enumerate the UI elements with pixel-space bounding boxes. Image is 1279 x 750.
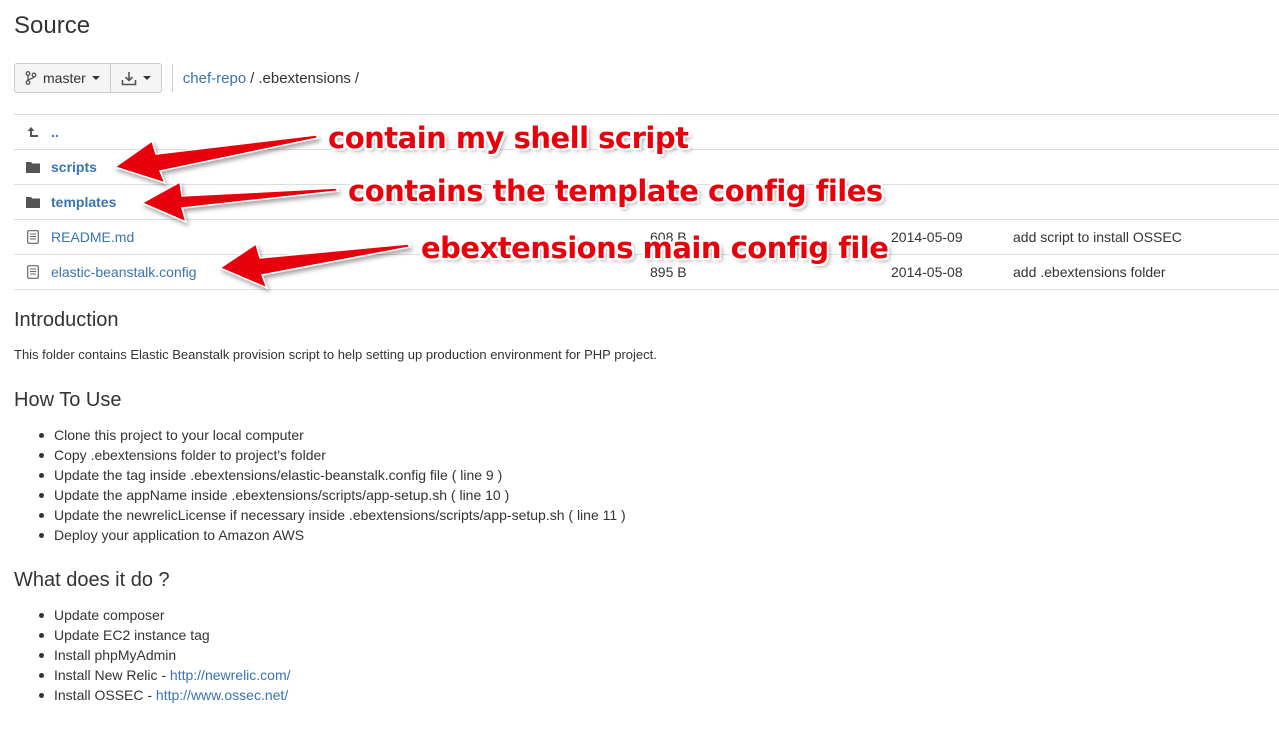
annotation-templates: contains the template config files (348, 174, 883, 208)
commit-message: add script to install OSSEC (1013, 229, 1182, 245)
list-item: Update the newrelicLicense if necessary … (39, 507, 626, 523)
list-item-text: Install OSSEC - (54, 687, 156, 703)
what-does-it-do-list: Update composer Update EC2 instance tag … (39, 605, 291, 705)
file-link-readme[interactable]: README.md (51, 229, 134, 245)
toolbar-divider (171, 64, 173, 92)
how-to-use-list: Clone this project to your local compute… (39, 425, 626, 545)
list-item: Install New Relic - http://newrelic.com/ (39, 665, 291, 685)
list-item: Update composer (39, 605, 291, 625)
newrelic-link[interactable]: http://newrelic.com/ (170, 667, 291, 683)
toolbar-button-group: master (14, 63, 162, 93)
list-item: Update EC2 instance tag (39, 625, 291, 645)
file-icon (26, 230, 40, 244)
list-item: Install phpMyAdmin (39, 645, 291, 665)
up-arrow-icon (26, 125, 40, 139)
breadcrumb: chef-repo / .ebextensions / (183, 70, 363, 87)
readme-heading-how-to-use: How To Use (14, 389, 122, 411)
branch-selector-button[interactable]: master (15, 64, 110, 92)
breadcrumb-current-folder: .ebextensions (258, 69, 351, 87)
readme-heading-introduction: Introduction (14, 309, 119, 331)
folder-icon (26, 195, 40, 209)
download-button[interactable] (109, 64, 161, 92)
list-item-text: Install New Relic - (54, 667, 170, 683)
ossec-link[interactable]: http://www.ossec.net/ (156, 687, 288, 703)
list-item: Copy .ebextensions folder to project's f… (39, 445, 626, 465)
file-date: 2014-05-08 (891, 264, 963, 280)
list-item: Update the tag inside .ebextensions/elas… (39, 465, 626, 485)
breadcrumb-repo-link[interactable]: chef-repo (183, 70, 246, 87)
file-size: 895 B (650, 264, 687, 280)
file-link-config[interactable]: elastic-beanstalk.config (51, 264, 197, 280)
source-toolbar: master chef-repo / .ebextensions / (14, 63, 363, 93)
list-item: Update the appName inside .ebextensions/… (39, 485, 626, 505)
annotation-config: ebextensions main config file (421, 231, 889, 265)
commit-message: add .ebextensions folder (1013, 264, 1166, 280)
branch-label: master (43, 70, 86, 86)
breadcrumb-separator: / (250, 69, 255, 87)
branch-icon (25, 71, 37, 85)
page-title: Source (14, 12, 91, 39)
folder-icon (26, 160, 40, 174)
list-item-text: Update composer (54, 607, 165, 623)
breadcrumb-trailing-separator: / (354, 69, 360, 87)
list-item-text: Install phpMyAdmin (54, 647, 177, 663)
download-icon (121, 71, 137, 86)
readme-heading-what-does-it-do: What does it do ? (14, 569, 170, 591)
folder-link-scripts[interactable]: scripts (51, 159, 97, 175)
list-item: Deploy your application to Amazon AWS (39, 525, 626, 545)
readme-intro-text: This folder contains Elastic Beanstalk p… (14, 347, 657, 362)
folder-link-templates[interactable]: templates (51, 194, 116, 210)
list-item-text: Update EC2 instance tag (54, 627, 210, 643)
file-date: 2014-05-09 (891, 229, 963, 245)
list-item: Install OSSEC - http://www.ossec.net/ (39, 685, 291, 705)
chevron-down-icon (91, 76, 100, 80)
file-icon (26, 265, 40, 279)
list-item: Clone this project to your local compute… (39, 425, 626, 445)
parent-directory-link[interactable]: .. (51, 124, 59, 140)
chevron-down-icon (142, 76, 151, 80)
annotation-scripts: contain my shell script (328, 121, 689, 155)
